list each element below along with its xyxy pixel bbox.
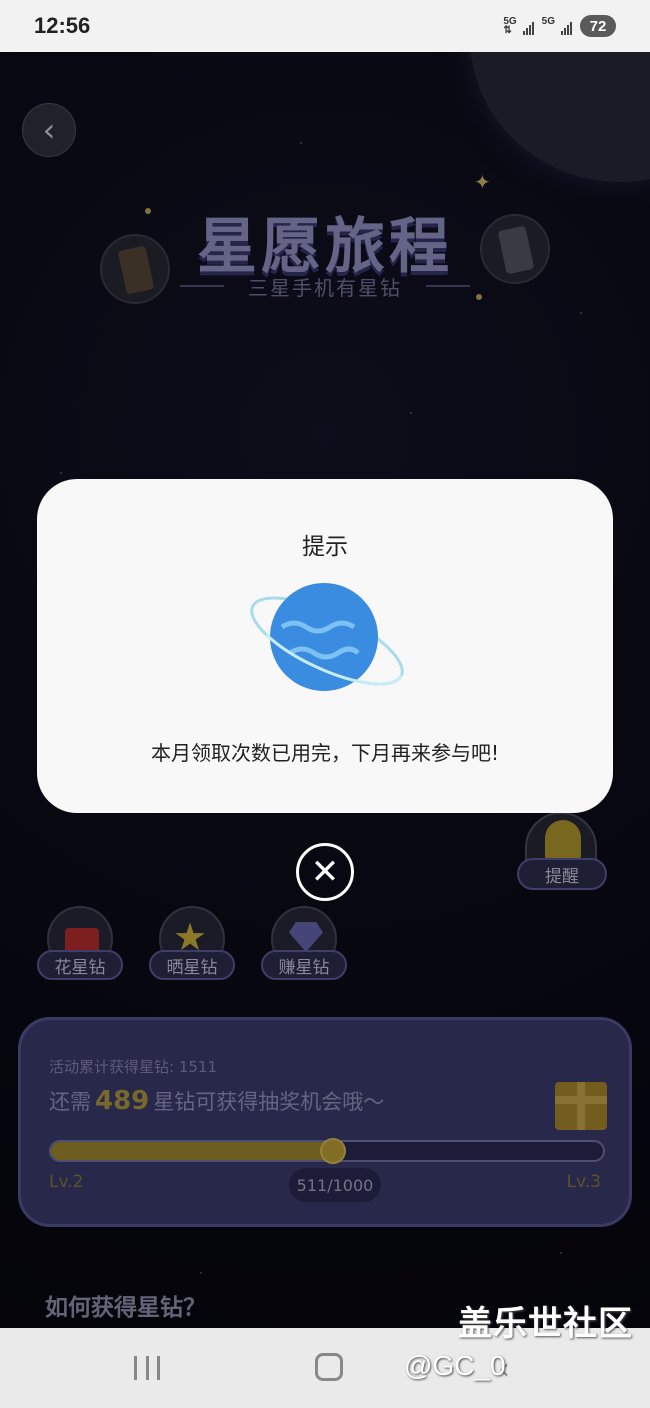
notice-dialog: 提示 本月领取次数已用完，下月再来参与吧! xyxy=(37,479,613,813)
close-icon: ✕ xyxy=(310,852,340,892)
planet-icon xyxy=(250,583,404,691)
close-dialog-button[interactable]: ✕ xyxy=(296,843,354,901)
signal-icon: 5G ⇅ xyxy=(503,17,534,36)
home-button[interactable] xyxy=(315,1353,343,1381)
status-bar: 12:56 5G ⇅ 5G 72 xyxy=(0,0,650,52)
dialog-message: 本月领取次数已用完，下月再来参与吧! xyxy=(150,741,500,765)
signal-icon-2: 5G xyxy=(542,17,572,35)
watermark-title: 盖乐世社区 xyxy=(458,1304,633,1344)
dialog-title: 提示 xyxy=(302,534,348,560)
watermark-handle: @GC_0 xyxy=(404,1350,506,1381)
status-icons: 5G ⇅ 5G 72 xyxy=(503,15,616,37)
status-time: 12:56 xyxy=(34,13,91,38)
app-screen: 12:56 5G ⇅ 5G 72 ‹ ✦ 星愿旅程 三星手机有星钻 提醒 花星钻… xyxy=(0,0,650,1408)
recent-apps-button[interactable] xyxy=(134,1356,160,1380)
battery-icon: 72 xyxy=(580,15,616,37)
